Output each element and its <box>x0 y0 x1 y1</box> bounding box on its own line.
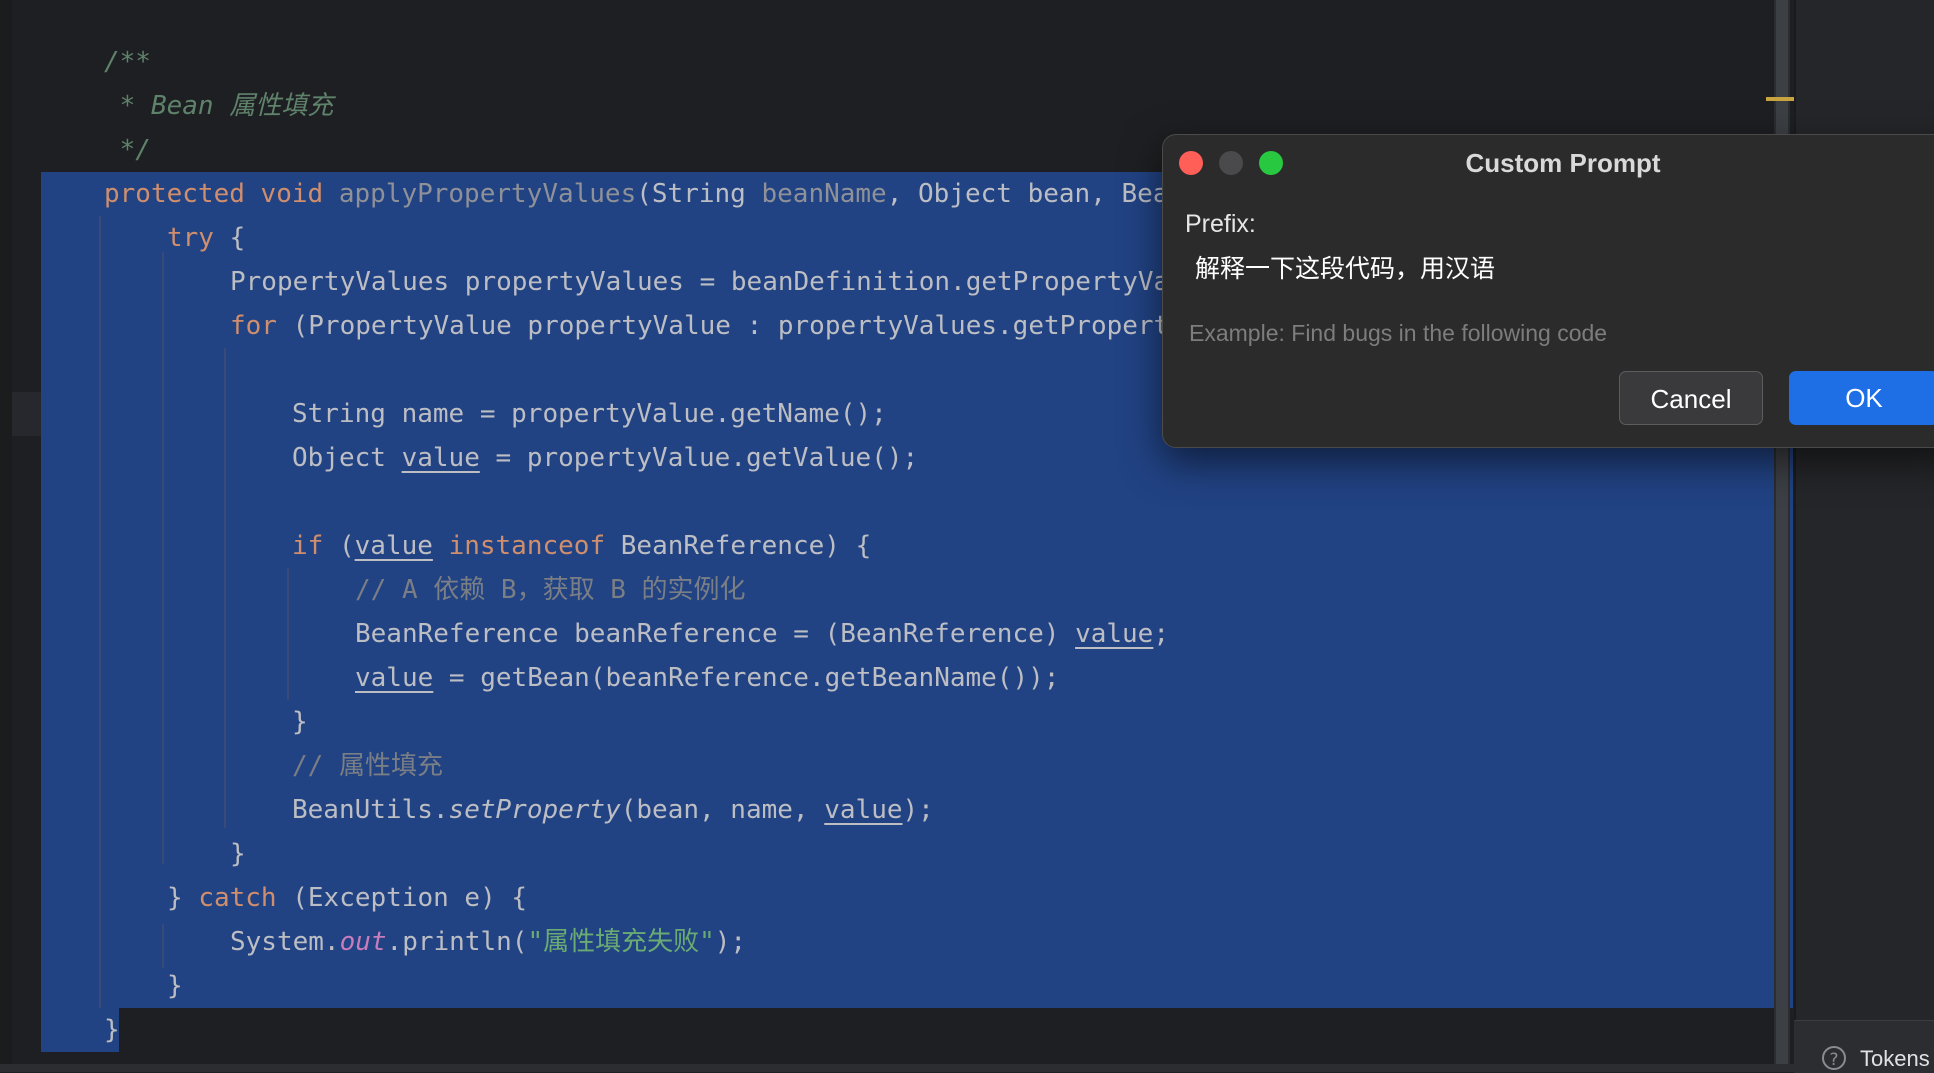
code-token: Object <box>292 443 402 473</box>
code-line: } <box>104 1008 120 1052</box>
code-token: ); <box>714 927 747 957</box>
code-line: } catch (Exception e) { <box>167 876 527 920</box>
code-line: // 属性填充 <box>292 744 443 788</box>
code-line: Object value = propertyValue.getValue(); <box>292 436 918 480</box>
code-line: } <box>292 700 308 744</box>
line-gutter <box>12 0 41 1072</box>
reassigned-variable: value <box>355 663 434 693</box>
keyword: instanceof <box>448 531 606 561</box>
error-stripe-marker[interactable] <box>1766 97 1794 101</box>
reassigned-variable: value <box>824 795 903 825</box>
prompt-input-placeholder[interactable]: Example: Find bugs in the following code <box>1189 317 1607 349</box>
code-token: (PropertyValue propertyValue : propertyV… <box>276 311 1170 341</box>
code-token: (String <box>636 179 762 209</box>
code-token: = propertyValue.getValue(); <box>479 443 919 473</box>
tokens-label: Tokens <box>1860 1046 1930 1071</box>
keyword: protected <box>104 179 245 209</box>
code-token: } <box>167 883 199 913</box>
reassigned-variable: value <box>354 531 433 561</box>
code-line: /** <box>104 40 151 84</box>
code-token: PropertyValues propertyValues = beanDefi… <box>230 267 1170 297</box>
keyword: if <box>292 531 324 561</box>
left-gutter-strip <box>0 0 12 1072</box>
code-token: = getBean(beanReference.getBeanName()); <box>433 663 1060 693</box>
code-line: for (PropertyValue propertyValue : prope… <box>230 304 1169 348</box>
code-line: PropertyValues propertyValues = beanDefi… <box>230 260 1169 304</box>
code-line: BeanUtils.setProperty(bean, name, value)… <box>292 788 934 832</box>
code-token: , Object bean, Bea <box>886 179 1169 209</box>
code-line: * Bean 属性填充 <box>104 84 334 128</box>
code-token: ; <box>1153 619 1169 649</box>
code-token: BeanUtils. <box>292 795 449 825</box>
code-line: protected void applyPropertyValues(Strin… <box>104 172 1168 216</box>
code-line: value = getBean(beanReference.getBeanNam… <box>355 656 1059 700</box>
keyword: try <box>167 223 214 253</box>
prefix-input[interactable]: 解释一下这段代码，用汉语 <box>1195 251 1495 287</box>
help-icon[interactable]: ? <box>1822 1046 1846 1070</box>
editor-bottom-bar <box>0 1064 1794 1072</box>
code-token: } <box>292 707 308 737</box>
code-line: try { <box>167 216 245 260</box>
keyword: void <box>260 179 324 209</box>
keyword: for <box>230 311 277 341</box>
code-line: if (value instanceof BeanReference) { <box>292 524 871 568</box>
code-token: .println( <box>386 927 528 957</box>
code-token: String name = propertyValue.getName(); <box>292 399 887 429</box>
code-token: (Exception e) { <box>276 883 528 913</box>
gutter-current-line-marker <box>12 392 41 436</box>
reassigned-variable: value <box>1075 619 1154 649</box>
keyword: catch <box>198 883 277 913</box>
code-token: { <box>213 223 246 253</box>
code-line: // A 依赖 B，获取 B 的实例化 <box>355 568 746 612</box>
doc-comment: /** <box>104 47 151 77</box>
cancel-button[interactable]: Cancel <box>1619 371 1763 425</box>
reassigned-variable: value <box>401 443 480 473</box>
doc-comment: * Bean 属性填充 <box>104 91 334 121</box>
code-line: System.out.println("属性填充失败"); <box>230 920 746 964</box>
code-token: } <box>167 971 183 1001</box>
code-token: System. <box>230 927 340 957</box>
code-line: String name = propertyValue.getName(); <box>292 392 887 436</box>
line-comment: // 属性填充 <box>292 751 443 781</box>
dialog-title: Custom Prompt <box>1465 148 1661 178</box>
code-token: ); <box>902 795 934 825</box>
code-token: ( <box>323 531 355 561</box>
static-method-call: setProperty <box>448 795 621 825</box>
doc-comment: */ <box>104 135 151 165</box>
code-token: BeanReference beanReference = (BeanRefer… <box>355 619 1076 649</box>
code-line: } <box>230 832 246 876</box>
ok-button[interactable]: OK <box>1789 371 1934 425</box>
code-token: } <box>104 1015 120 1045</box>
custom-prompt-dialog: Custom Prompt Prefix: 解释一下这段代码，用汉语 Examp… <box>1162 134 1934 448</box>
static-field: out <box>339 927 387 957</box>
code-token: BeanReference) { <box>605 531 872 561</box>
prefix-label: Prefix: <box>1185 210 1256 238</box>
line-comment: // A 依赖 B，获取 B 的实例化 <box>355 575 746 605</box>
unused-param: beanName <box>761 179 887 209</box>
method-name: applyPropertyValues <box>338 179 637 209</box>
code-line: BeanReference beanReference = (BeanRefer… <box>355 612 1169 656</box>
code-token: } <box>230 839 246 869</box>
code-line: } <box>167 964 183 1008</box>
code-line: */ <box>104 128 151 172</box>
string-literal: "属性填充失败" <box>527 927 715 957</box>
code-token: (bean, name, <box>620 795 825 825</box>
